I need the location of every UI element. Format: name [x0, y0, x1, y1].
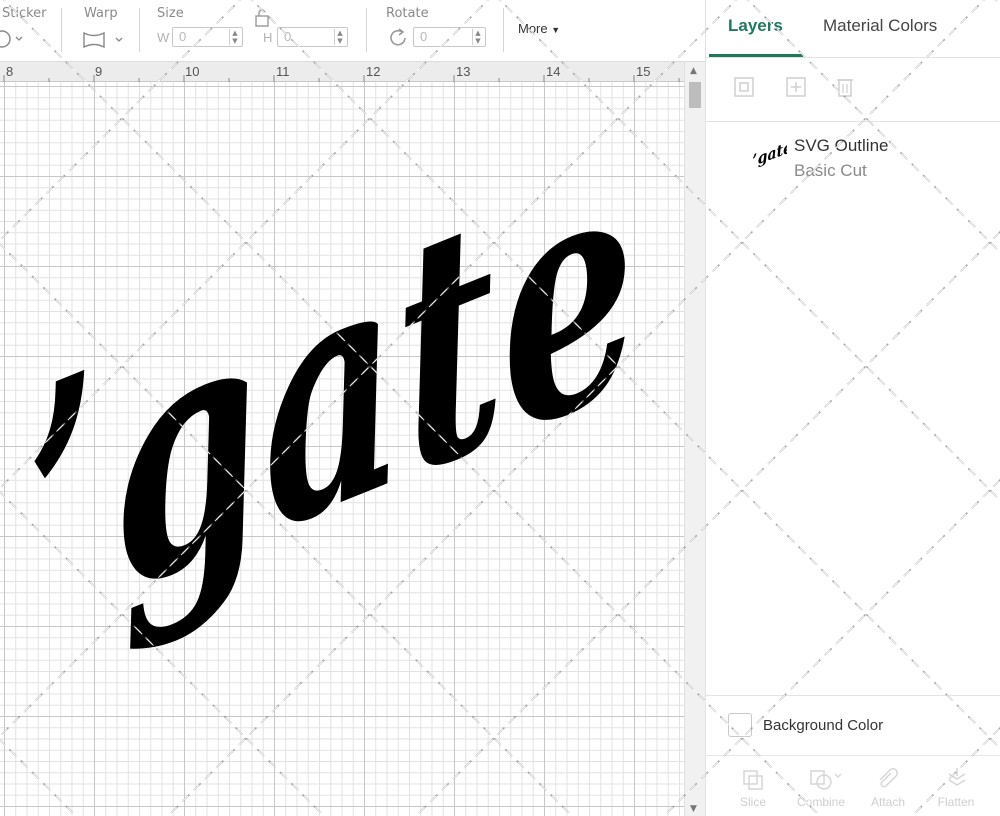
scroll-down-icon[interactable]: ▼	[690, 804, 697, 814]
rotate-stepper[interactable]: ▲ ▼	[472, 29, 483, 45]
rotate-input[interactable]: 0 ▲ ▼	[413, 27, 486, 47]
tab-layers[interactable]: Layers	[728, 16, 783, 36]
layer-thumbnail: ’gate	[752, 140, 787, 170]
combine-button[interactable]: Combine	[791, 762, 851, 816]
flatten-icon	[948, 768, 966, 786]
flatten-label: Flatten	[937, 795, 975, 809]
vertical-scrollbar[interactable]: ▲ ▼	[684, 62, 705, 816]
size-group: Size W 0 ▲ ▼ H 0 ▲ ▼	[140, 0, 355, 62]
add-layer-icon[interactable]	[784, 75, 808, 99]
divider	[706, 755, 1000, 756]
ruler-ticks	[3, 75, 680, 82]
delete-icon[interactable]	[833, 75, 857, 99]
height-axis-label: H	[263, 30, 273, 45]
warp-group[interactable]: Warp	[62, 0, 138, 62]
rotate-value: 0	[420, 29, 428, 44]
sticker-group[interactable]: Sticker	[0, 0, 58, 62]
more-button[interactable]: More ▼	[518, 21, 560, 36]
layer-name: SVG Outline	[794, 136, 889, 155]
tab-material-colors[interactable]: Material Colors	[823, 16, 937, 36]
sticker-icon[interactable]	[0, 28, 26, 50]
size-label: Size	[157, 6, 184, 21]
slice-label: Slice	[739, 795, 766, 809]
width-axis-label: W	[157, 30, 170, 45]
toolbar-separator	[503, 8, 504, 52]
design-text[interactable]: ’gate	[14, 89, 655, 697]
scroll-up-icon[interactable]: ▲	[690, 66, 697, 76]
edit-toolbar: Sticker Warp Size W 0 ▲ ▼ H 0 ▲ ▼ Rotate…	[0, 0, 705, 62]
layer-item[interactable]: ’gate SVG Outline Basic Cut	[706, 122, 1000, 192]
height-stepper[interactable]: ▲ ▼	[334, 29, 345, 45]
layer-operation: Basic Cut	[794, 161, 867, 180]
divider	[706, 695, 1000, 696]
rotate-group: Rotate 0 ▲ ▼	[367, 0, 492, 62]
background-color-swatch[interactable]	[728, 713, 752, 737]
design-canvas[interactable]: 8 9 10 11 12 13 14 15 ’gate ▲ ▼	[0, 62, 705, 816]
attach-icon	[879, 768, 898, 788]
height-value: 0	[284, 29, 292, 44]
width-input[interactable]: 0 ▲ ▼	[172, 27, 243, 47]
divider	[706, 57, 1000, 58]
more-label: More	[518, 21, 548, 36]
scroll-thumb[interactable]	[689, 82, 701, 108]
width-stepper[interactable]: ▲ ▼	[229, 29, 240, 45]
attach-label: Attach	[870, 795, 906, 809]
combine-label: Combine	[796, 795, 846, 809]
sticker-label: Sticker	[2, 6, 47, 21]
attach-button[interactable]: Attach	[858, 762, 918, 816]
rotate-label: Rotate	[386, 6, 429, 21]
lock-icon[interactable]	[253, 8, 271, 28]
height-input[interactable]: 0 ▲ ▼	[277, 27, 348, 47]
rotate-icon[interactable]	[386, 26, 410, 50]
width-value: 0	[179, 29, 187, 44]
caret-down-icon: ▼	[551, 25, 561, 35]
layer-thumbnail-text: ’gate	[752, 140, 787, 170]
slice-icon	[743, 770, 763, 790]
layers-panel: Layers Material Colors ’gate SVG Outline…	[705, 0, 1000, 816]
horizontal-ruler: 8 9 10 11 12 13 14 15	[0, 62, 684, 82]
group-icon[interactable]	[732, 75, 756, 99]
flatten-button[interactable]: Flatten	[926, 762, 986, 816]
combine-icon	[810, 770, 842, 790]
slice-button[interactable]: Slice	[723, 762, 783, 816]
warp-label: Warp	[84, 6, 118, 21]
warp-icon[interactable]	[82, 30, 124, 50]
design-object[interactable]: ’gate	[0, 82, 684, 816]
background-color-label: Background Color	[763, 717, 884, 734]
